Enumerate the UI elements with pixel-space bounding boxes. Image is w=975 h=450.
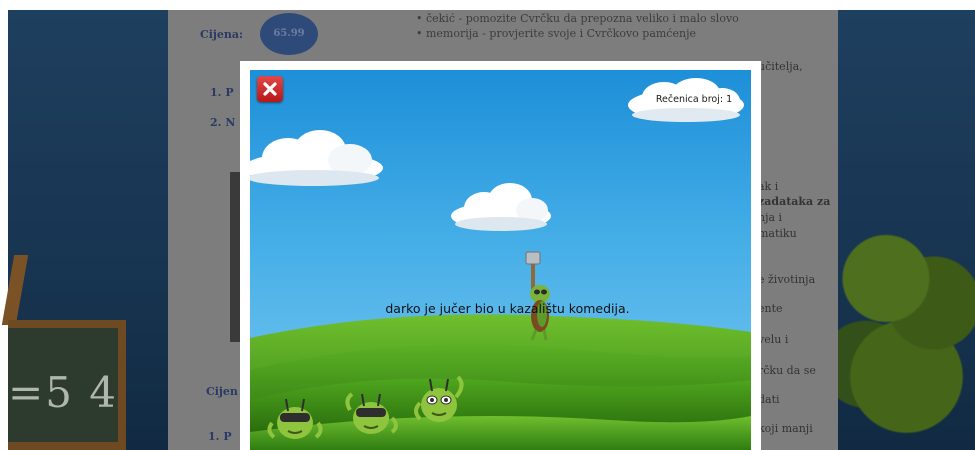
- feature-bullet: • memorija - provjerite svoje i Cvrčkovo…: [416, 27, 696, 40]
- text-fragment: rčku da se: [758, 364, 816, 377]
- text-fragment: ak i: [758, 180, 779, 193]
- chalkboard: =5 4: [8, 320, 126, 450]
- chalkboard-text: =5 4: [8, 368, 118, 417]
- text-fragment: zadataka za: [758, 195, 831, 208]
- price-value: 65.99: [273, 28, 305, 39]
- price-badge: 65.99: [260, 13, 318, 55]
- game-canvas[interactable]: Rečenica broj: 1 darko je jučer bio u ka…: [250, 70, 751, 450]
- cricket-character: [345, 392, 398, 434]
- numbered-item: 1. P: [208, 430, 232, 443]
- cricket-character: [267, 398, 323, 439]
- text-fragment: e životinja: [758, 273, 816, 286]
- price-label: Cijen: [206, 385, 238, 398]
- text-fragment: nja i: [758, 211, 783, 224]
- text-fragment: velu i: [758, 333, 789, 346]
- text-fragment: učitelja,: [758, 60, 803, 73]
- sentence-text: darko je jučer bio u kazalištu komedija.: [385, 301, 630, 316]
- game-modal: Rečenica broj: 1 darko je jučer bio u ka…: [240, 61, 761, 450]
- close-button[interactable]: [257, 76, 283, 102]
- tree-decoration: [838, 205, 975, 450]
- text-fragment: matiku: [758, 227, 797, 240]
- cricket-character: [414, 375, 464, 422]
- price-label: Cijena:: [200, 28, 244, 41]
- feature-bullet: • čekić - pomozite Cvrčku da prepozna ve…: [416, 12, 739, 25]
- screen: =5 4 Cijena: 65.99 • čekić - pomozite Cv…: [0, 0, 975, 450]
- text-fragment: koji manji: [758, 422, 813, 435]
- numbered-item: 2. N: [210, 116, 236, 129]
- numbered-item: 1. P: [210, 86, 234, 99]
- cricket-with-hammer: [525, 251, 550, 341]
- close-x-icon: [263, 82, 277, 96]
- text-fragment: dati: [758, 393, 780, 406]
- text-fragment: ente: [758, 302, 783, 315]
